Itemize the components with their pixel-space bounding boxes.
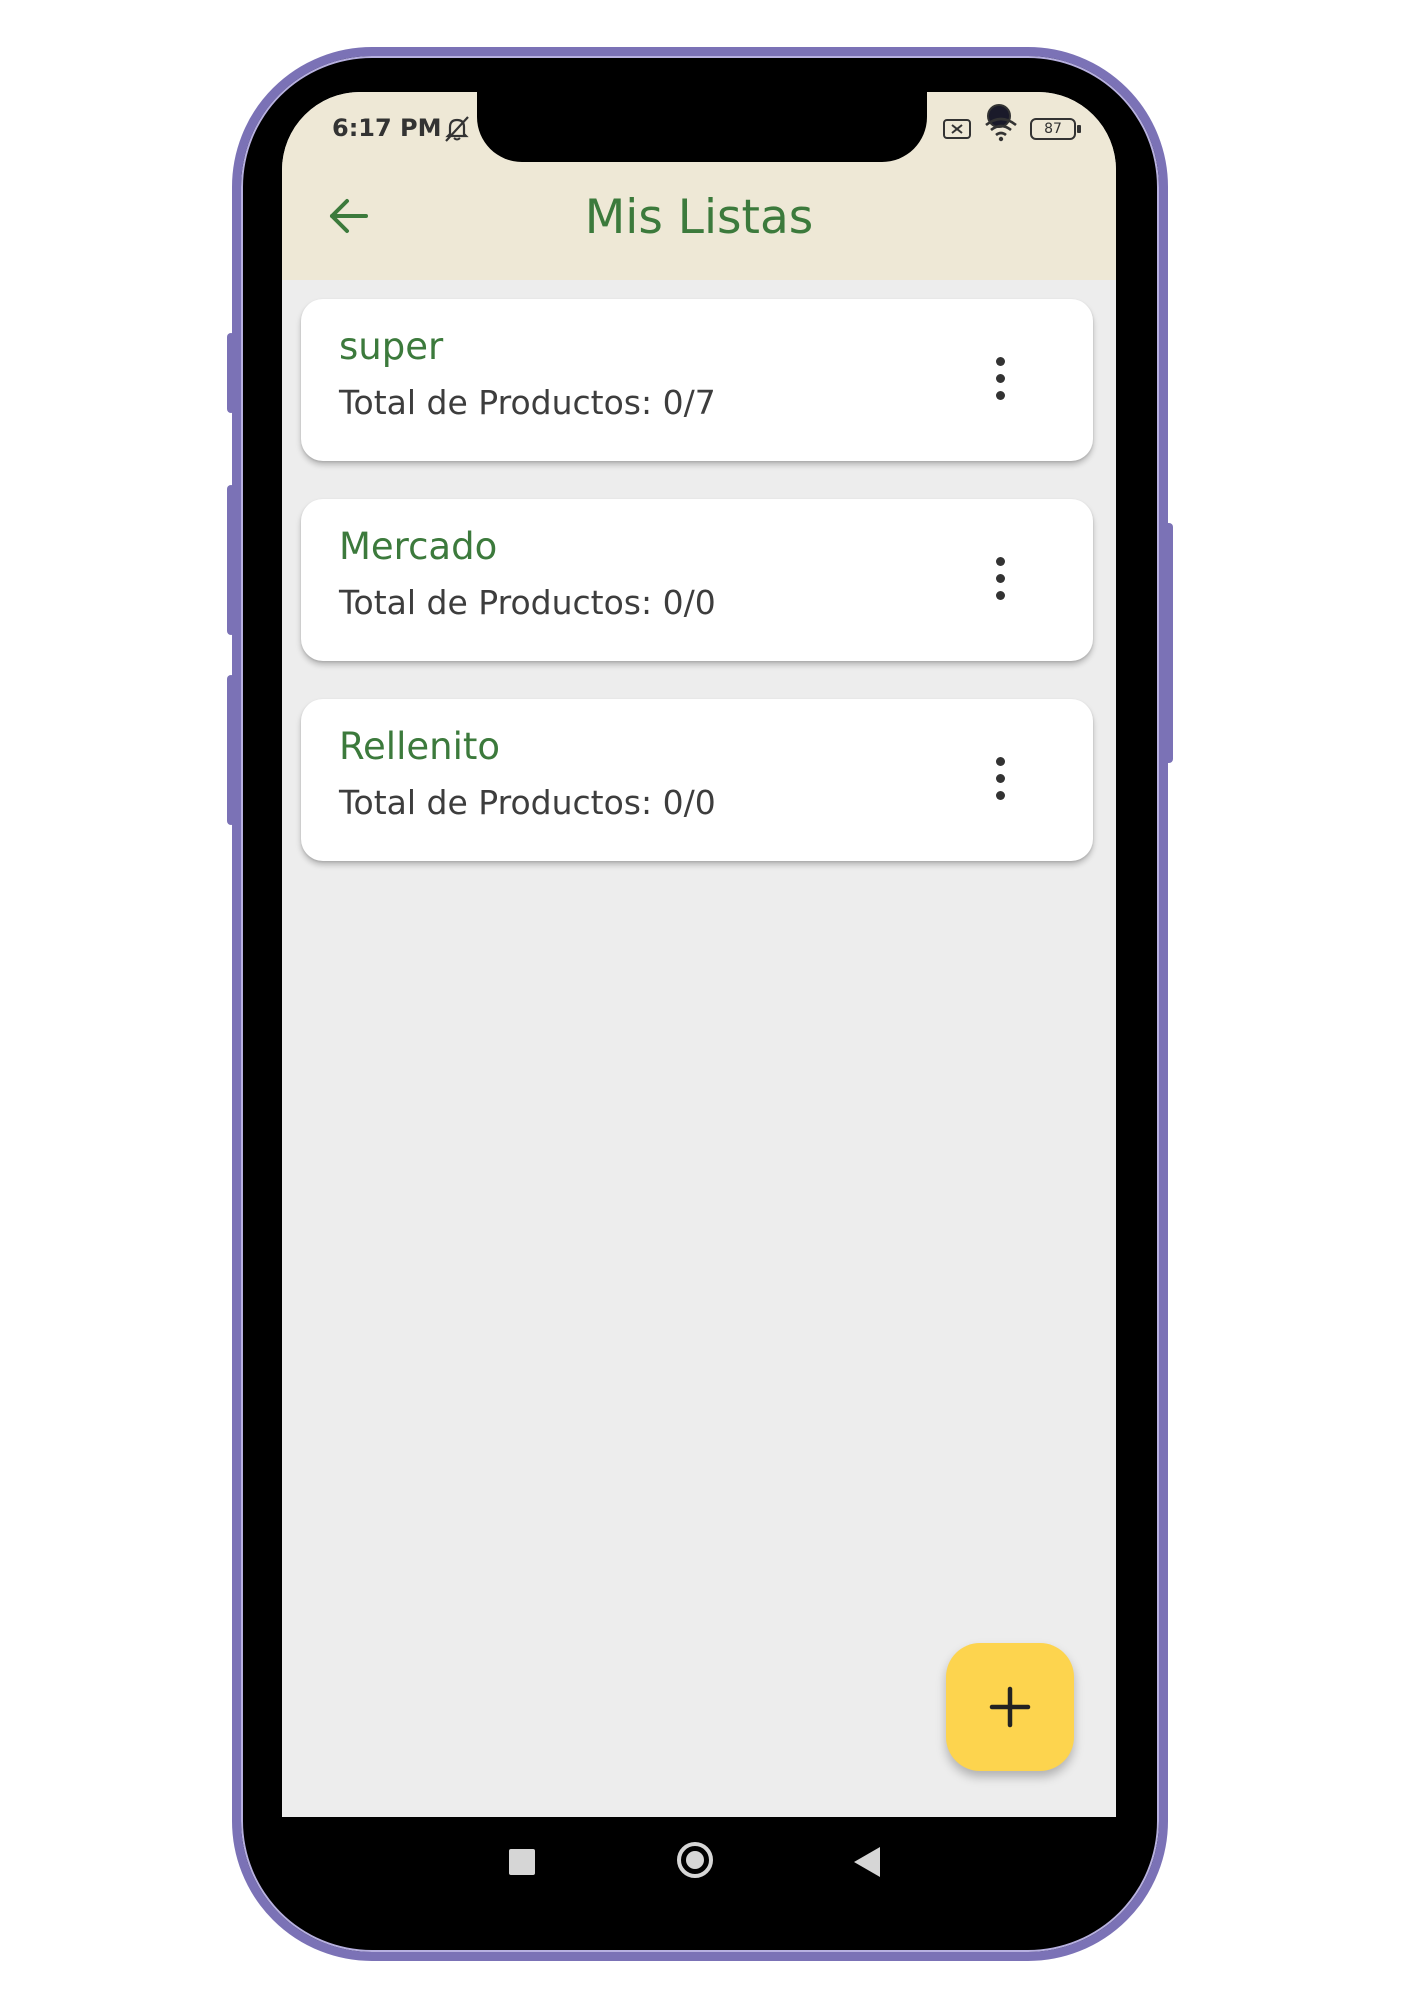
camera-notch [477,92,1011,162]
more-options-icon[interactable] [991,557,1009,601]
back-triangle-icon[interactable] [854,1847,880,1877]
list-name: super [339,325,444,368]
list-total: Total de Productos: 0/7 [339,383,716,422]
status-time: 6:17 PM [332,114,442,142]
wifi-icon [985,117,1017,142]
status-icons: 87 [942,114,1081,144]
app-screen: 6:17 PM 87 Mis Listas super Total de Pro… [282,92,1116,1817]
page-title: Mis Listas [584,190,814,245]
app-bar: 6:17 PM 87 Mis Listas [282,92,1116,280]
recents-square-icon[interactable] [509,1849,535,1875]
more-options-icon[interactable] [991,757,1009,801]
list-name: Rellenito [339,725,501,768]
bell-off-icon [445,116,469,142]
list-item[interactable]: Rellenito Total de Productos: 0/0 [301,699,1093,861]
phone-side-button-right [1164,523,1173,763]
more-options-icon[interactable] [991,357,1009,401]
phone-side-button-left-middle [227,485,235,635]
list-total: Total de Productos: 0/0 [339,783,716,822]
add-list-button[interactable] [946,1643,1074,1771]
phone-side-button-left-bottom [227,675,235,825]
list-total: Total de Productos: 0/0 [339,583,716,622]
battery-icon: 87 [1030,118,1081,140]
plus-icon [989,1686,1031,1728]
system-nav-bar [282,1817,1116,1937]
home-circle-icon[interactable] [677,1842,713,1878]
sim-off-icon [943,119,971,139]
list-item[interactable]: super Total de Productos: 0/7 [301,299,1093,461]
phone-side-button-left-top [227,333,235,413]
list-name: Mercado [339,525,498,568]
list-item[interactable]: Mercado Total de Productos: 0/0 [301,499,1093,661]
